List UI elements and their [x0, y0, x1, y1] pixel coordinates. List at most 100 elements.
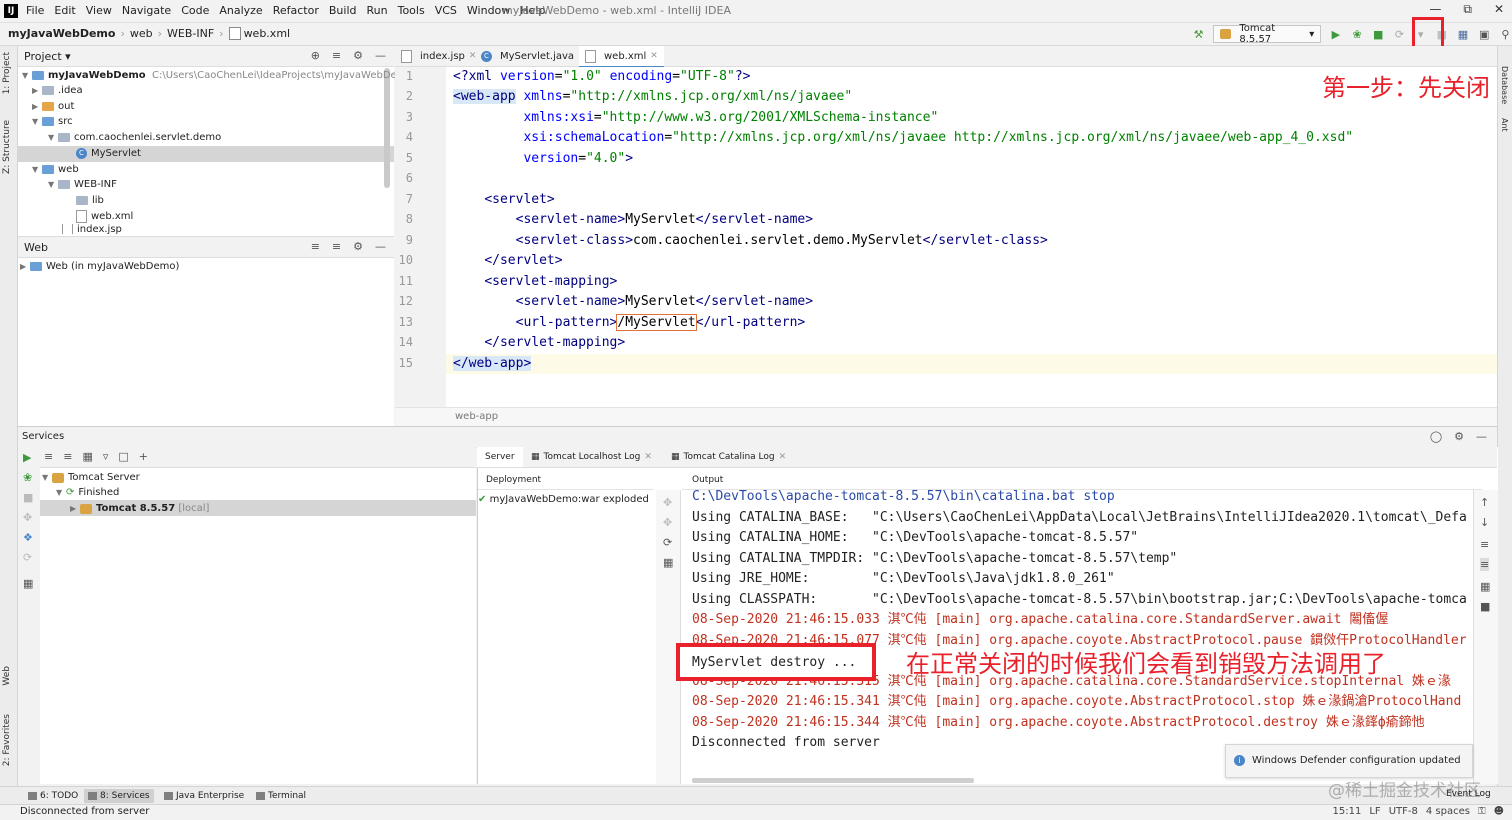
- code-line[interactable]: </web-app>: [453, 354, 532, 374]
- scroll-down-icon[interactable]: ↓: [1480, 516, 1489, 529]
- expand-arrow-icon[interactable]: ▼: [56, 485, 66, 500]
- run-config-selector[interactable]: Tomcat 8.5.57 ▾: [1213, 23, 1322, 45]
- add-icon[interactable]: +: [139, 450, 148, 463]
- collapse-icon[interactable]: ≡: [332, 49, 341, 62]
- deployment-item[interactable]: ✔ myJavaWebDemo:war exploded: [478, 494, 649, 505]
- close-tab-icon[interactable]: ✕: [644, 452, 652, 462]
- tool-window-java-enterprise[interactable]: Java Enterprise: [160, 789, 248, 803]
- tree-row-web-inf[interactable]: ▼ WEB-INF: [48, 177, 117, 192]
- code-lines[interactable]: <?xml version="1.0" encoding="UTF-8"?> <w…: [446, 67, 1497, 407]
- project-panel-title[interactable]: Project ▾: [24, 50, 71, 63]
- menu-code[interactable]: Code: [181, 4, 209, 17]
- expand-arrow-icon[interactable]: ▼: [32, 114, 42, 129]
- redeploy-icon[interactable]: ❖: [23, 531, 33, 544]
- refresh-icon[interactable]: ⟳: [23, 551, 32, 564]
- tree-row-tomcat-instance[interactable]: ▶ Tomcat 8.5.57 [local]: [70, 501, 209, 516]
- gear-icon[interactable]: ⚙: [353, 49, 363, 62]
- scroll-up-icon[interactable]: ↑: [1480, 496, 1489, 509]
- code-line[interactable]: <servlet-name>MyServlet</servlet-name>: [453, 210, 813, 230]
- hide-icon[interactable]: —: [375, 49, 386, 62]
- code-line[interactable]: <servlet-class>com.caochenlei.servlet.de…: [453, 231, 1048, 251]
- save-icon[interactable]: ▦: [663, 556, 673, 569]
- deploy-icon[interactable]: ▦: [1456, 27, 1469, 41]
- tree-row-root[interactable]: ▼ myJavaWebDemo C:\Users\CaoChenLei\Idea…: [22, 68, 413, 83]
- editor-crumb-web-app[interactable]: web-app: [455, 411, 498, 422]
- code-line[interactable]: </servlet-mapping>: [453, 333, 625, 353]
- expand-arrow-icon[interactable]: ▼: [22, 68, 32, 83]
- lock-icon[interactable]: ⚿: [1478, 806, 1486, 817]
- group-icon[interactable]: ▦: [82, 450, 92, 463]
- tool-window-services[interactable]: 8: Services: [84, 789, 154, 803]
- coverage-icon[interactable]: ■: [1372, 27, 1385, 41]
- code-line[interactable]: version="4.0">: [453, 149, 633, 169]
- close-icon[interactable]: ✕: [1494, 2, 1504, 17]
- tab-localhost-log[interactable]: ▦ Tomcat Localhost Log ✕: [523, 447, 660, 467]
- filter-icon[interactable]: ▿: [103, 450, 109, 463]
- tree-row-finished[interactable]: ▼ ⟳ Finished: [56, 485, 119, 500]
- file-encoding[interactable]: UTF-8: [1389, 806, 1418, 817]
- menu-vcs[interactable]: VCS: [435, 4, 457, 17]
- collapse-arrow-icon[interactable]: ▶: [20, 259, 30, 274]
- stop-icon[interactable]: ■: [23, 491, 33, 504]
- menu-navigate[interactable]: Navigate: [122, 4, 171, 17]
- collapse-icon[interactable]: ≡: [332, 240, 341, 253]
- soft-wrap-icon[interactable]: ≡: [1480, 538, 1489, 551]
- tree-row-package[interactable]: ▼ com.caochenlei.servlet.demo: [48, 130, 221, 145]
- breadcrumb-project[interactable]: myJavaWebDemo: [8, 27, 115, 40]
- expand-all-icon[interactable]: ≡: [311, 240, 320, 253]
- tree-row-lib[interactable]: lib: [76, 193, 104, 208]
- tree-row-myservlet[interactable]: C MyServlet: [76, 146, 141, 161]
- tab-index-jsp[interactable]: index.jsp ✕: [395, 46, 482, 66]
- search-icon[interactable]: ⚲: [1499, 27, 1512, 41]
- tree-row-web[interactable]: ▼ web: [32, 162, 79, 177]
- menu-analyze[interactable]: Analyze: [219, 4, 262, 17]
- tab-catalina-log[interactable]: ▦ Tomcat Catalina Log ✕: [663, 447, 794, 467]
- tool-window-database[interactable]: Database: [1500, 66, 1509, 104]
- code-line[interactable]: <?xml version="1.0" encoding="UTF-8"?>: [453, 67, 750, 87]
- new-tab-icon[interactable]: □: [118, 450, 128, 463]
- tool-window-project[interactable]: 1: Project: [2, 52, 12, 94]
- breadcrumb-web[interactable]: web: [130, 27, 153, 40]
- deploy-icon[interactable]: ✥: [23, 511, 32, 524]
- tool-window-structure[interactable]: Z: Structure: [2, 120, 12, 174]
- debug-icon[interactable]: ❀: [23, 471, 32, 484]
- code-line[interactable]: <web-app xmlns="http://xmlns.jcp.org/xml…: [453, 87, 852, 107]
- tool-window-ant[interactable]: Ant: [1500, 118, 1509, 132]
- tree-row-index-jsp[interactable]: index.jsp: [62, 224, 122, 234]
- collapse-arrow-icon[interactable]: ▶: [32, 83, 42, 98]
- close-tab-icon[interactable]: ✕: [650, 51, 658, 61]
- breadcrumb-web-inf[interactable]: WEB-INF: [167, 27, 214, 40]
- menu-file[interactable]: File: [26, 4, 44, 17]
- hide-icon[interactable]: —: [375, 240, 386, 253]
- code-line[interactable]: <servlet-mapping>: [453, 272, 617, 292]
- build-hammer-icon[interactable]: ⚒: [1192, 27, 1205, 41]
- tree-row-idea[interactable]: ▶ .idea: [32, 83, 83, 98]
- gear-icon[interactable]: ⚙: [353, 240, 363, 253]
- restore-icon[interactable]: ⧉: [1463, 2, 1472, 17]
- tree-row-src[interactable]: ▼ src: [32, 114, 73, 129]
- scroll-to-end-icon[interactable]: ≡: [1480, 558, 1490, 571]
- gear-icon[interactable]: ⚙: [1454, 430, 1464, 443]
- collapse-all-icon[interactable]: ≡: [63, 450, 72, 463]
- debug-icon[interactable]: ❀: [1350, 27, 1363, 41]
- tree-row-tomcat-server[interactable]: ▼ Tomcat Server: [42, 470, 140, 485]
- code-line[interactable]: xmlns:xsi="http://www.w3.org/2001/XMLSch…: [453, 108, 938, 128]
- expand-all-icon[interactable]: ≡: [44, 450, 53, 463]
- menu-tools[interactable]: Tools: [398, 4, 425, 17]
- caret-position[interactable]: 15:11: [1333, 806, 1362, 817]
- close-tab-icon[interactable]: ✕: [779, 452, 787, 462]
- hide-icon[interactable]: —: [1476, 430, 1487, 443]
- deploy-down-icon[interactable]: ✥: [663, 516, 672, 529]
- tool-window-web[interactable]: Web: [2, 666, 12, 686]
- project-structure-icon[interactable]: ▣: [1478, 27, 1491, 41]
- console-horizontal-scrollbar[interactable]: [692, 778, 974, 783]
- trash-icon[interactable]: ■: [1480, 600, 1490, 613]
- code-line[interactable]: xsi:schemaLocation="http://xmlns.jcp.org…: [453, 128, 1353, 148]
- indent-setting[interactable]: 4 spaces: [1426, 806, 1470, 817]
- print-icon[interactable]: ▦: [1480, 580, 1490, 593]
- globe-icon[interactable]: ◯: [1430, 430, 1442, 443]
- tab-web-xml[interactable]: web.xml ✕: [579, 46, 664, 68]
- menu-edit[interactable]: Edit: [54, 4, 75, 17]
- tree-row-out[interactable]: ▶ out: [32, 99, 74, 114]
- expand-arrow-icon[interactable]: ▼: [42, 470, 52, 485]
